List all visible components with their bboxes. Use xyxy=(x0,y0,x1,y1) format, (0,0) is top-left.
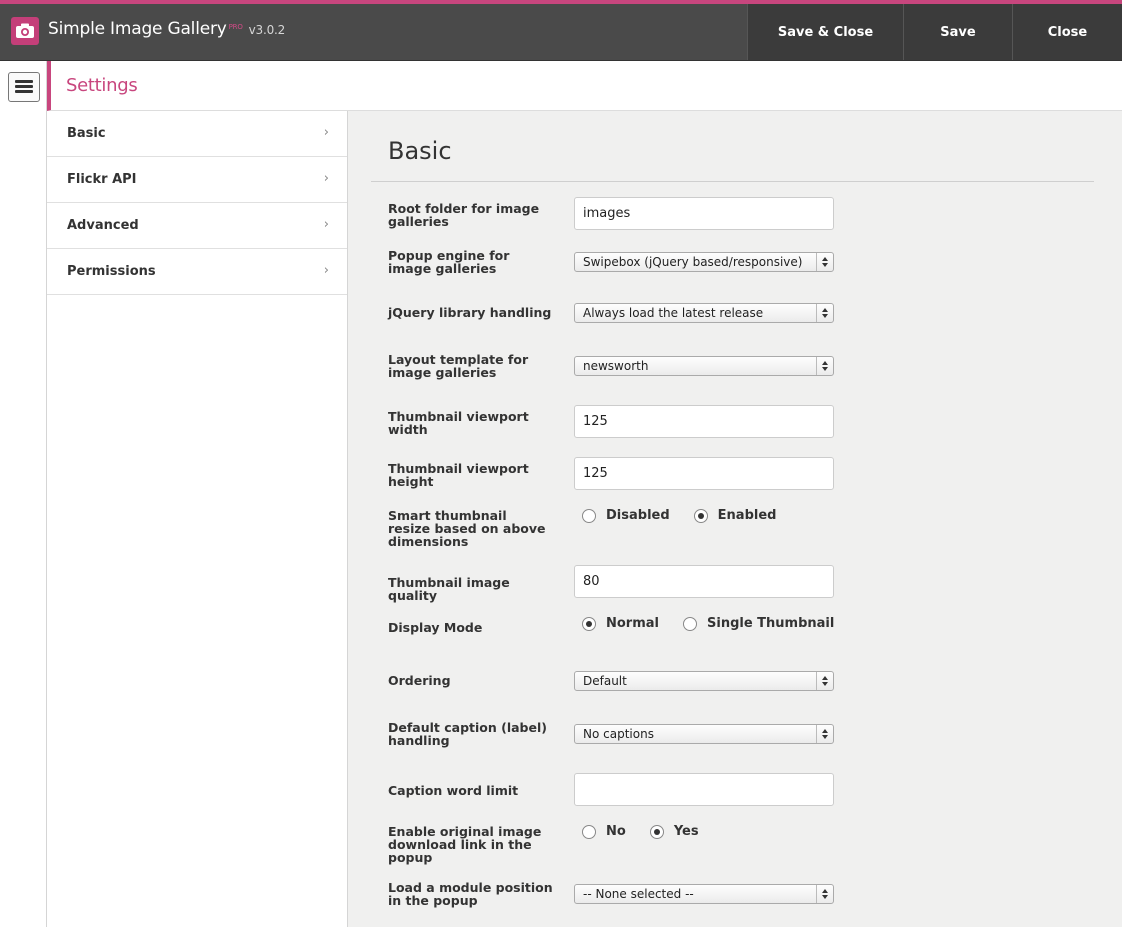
select-arrows-icon xyxy=(816,885,833,903)
radio-label: Disabled xyxy=(606,508,670,523)
tab-flickr-api[interactable]: Flickr API › xyxy=(47,157,347,203)
radio-label: Yes xyxy=(673,824,699,839)
settings-tabs: Basic › Flickr API › Advanced › Permissi… xyxy=(47,111,348,927)
tab-permissions[interactable]: Permissions › xyxy=(47,249,347,295)
tab-advanced[interactable]: Advanced › xyxy=(47,203,347,249)
page-title: Settings xyxy=(66,75,138,96)
caption-handling-label: Default caption (label) handling xyxy=(388,720,547,748)
tab-label: Basic xyxy=(67,126,106,141)
popup-engine-select[interactable]: Swipebox (jQuery based/responsive) xyxy=(574,252,834,272)
tab-label: Flickr API xyxy=(67,172,137,187)
select-value: Always load the latest release xyxy=(583,306,764,320)
caption-word-limit-input[interactable] xyxy=(574,773,834,806)
radio-label: Normal xyxy=(606,616,659,631)
radio-label: Enabled xyxy=(717,508,777,523)
chevron-right-icon: › xyxy=(323,263,329,278)
download-link-no-radio[interactable] xyxy=(582,824,596,839)
pro-badge: PRO xyxy=(228,23,243,31)
layout-template-select[interactable]: newsworth xyxy=(574,356,834,376)
download-link-label: Enable original image download link in t… xyxy=(388,824,542,865)
save-close-button[interactable]: Save & Close xyxy=(747,4,903,60)
hamburger-menu-icon[interactable] xyxy=(8,72,40,102)
settings-content: Basic Root folder for image galleries im… xyxy=(348,111,1122,927)
app-name: Simple Image Gallery xyxy=(48,19,227,39)
select-value: Default xyxy=(583,674,627,688)
app-header: Simple Image Gallery PRO v3.0.2 Save & Clo… xyxy=(0,4,1122,61)
camera-icon xyxy=(11,17,39,45)
download-link-radio-group: No Yes xyxy=(582,824,723,839)
thumb-height-label: Thumbnail viewport height xyxy=(388,461,529,489)
smart-resize-enabled-radio[interactable] xyxy=(693,508,708,523)
tab-label: Permissions xyxy=(67,264,156,279)
select-value: -- None selected -- xyxy=(583,887,694,901)
chevron-right-icon: › xyxy=(323,171,329,186)
ordering-label: Ordering xyxy=(388,673,451,688)
select-arrows-icon xyxy=(816,672,833,690)
section-title: Basic xyxy=(388,137,452,165)
section-divider xyxy=(371,181,1094,182)
display-mode-label: Display Mode xyxy=(388,620,483,635)
display-mode-radio-group: Normal Single Thumbnail xyxy=(582,616,858,631)
display-mode-normal-radio[interactable] xyxy=(582,616,596,631)
save-button[interactable]: Save xyxy=(903,4,1012,60)
smart-resize-label: Smart thumbnail resize based on above di… xyxy=(388,508,546,549)
smart-resize-radio-group: Disabled Enabled xyxy=(582,508,800,523)
chevron-right-icon: › xyxy=(323,125,329,140)
caption-word-limit-label: Caption word limit xyxy=(388,783,519,798)
thumb-height-input[interactable]: 125 xyxy=(574,457,834,490)
tab-label: Advanced xyxy=(67,218,139,233)
module-position-label: Load a module position in the popup xyxy=(388,880,553,908)
close-button[interactable]: Close xyxy=(1012,4,1122,60)
radio-label: No xyxy=(606,824,626,839)
app-title: Simple Image Gallery PRO v3.0.2 xyxy=(48,19,285,39)
select-arrows-icon xyxy=(816,304,833,322)
select-value: Swipebox (jQuery based/responsive) xyxy=(583,255,803,269)
display-mode-single-thumbnail-radio[interactable] xyxy=(683,616,697,631)
app-version: v3.0.2 xyxy=(248,23,286,37)
page-title-bar: Settings xyxy=(47,61,1122,111)
select-value: newsworth xyxy=(583,359,649,373)
root-folder-input[interactable]: images xyxy=(574,197,834,230)
thumb-quality-input[interactable]: 80 xyxy=(574,565,834,598)
select-arrows-icon xyxy=(816,253,833,271)
thumb-width-label: Thumbnail viewport width xyxy=(388,409,529,437)
module-position-select[interactable]: -- None selected -- xyxy=(574,884,834,904)
jquery-handling-label: jQuery library handling xyxy=(388,305,552,320)
radio-label: Single Thumbnail xyxy=(707,616,835,631)
layout-template-label: Layout template for image galleries xyxy=(388,352,529,380)
thumb-quality-label: Thumbnail image quality xyxy=(388,575,510,603)
select-arrows-icon xyxy=(816,725,833,743)
tab-basic[interactable]: Basic › xyxy=(47,111,347,157)
thumb-width-input[interactable]: 125 xyxy=(574,405,834,438)
download-link-yes-radio[interactable] xyxy=(649,824,664,839)
caption-handling-select[interactable]: No captions xyxy=(574,724,834,744)
select-arrows-icon xyxy=(816,357,833,375)
select-value: No captions xyxy=(583,727,654,741)
toolbar: Save & Close Save Close xyxy=(747,4,1122,60)
chevron-right-icon: › xyxy=(323,217,329,232)
smart-resize-disabled-radio[interactable] xyxy=(582,508,596,523)
left-rail xyxy=(0,61,47,927)
popup-engine-label: Popup engine for image galleries xyxy=(388,248,510,276)
ordering-select[interactable]: Default xyxy=(574,671,834,691)
jquery-handling-select[interactable]: Always load the latest release xyxy=(574,303,834,323)
root-folder-label: Root folder for image galleries xyxy=(388,201,540,229)
